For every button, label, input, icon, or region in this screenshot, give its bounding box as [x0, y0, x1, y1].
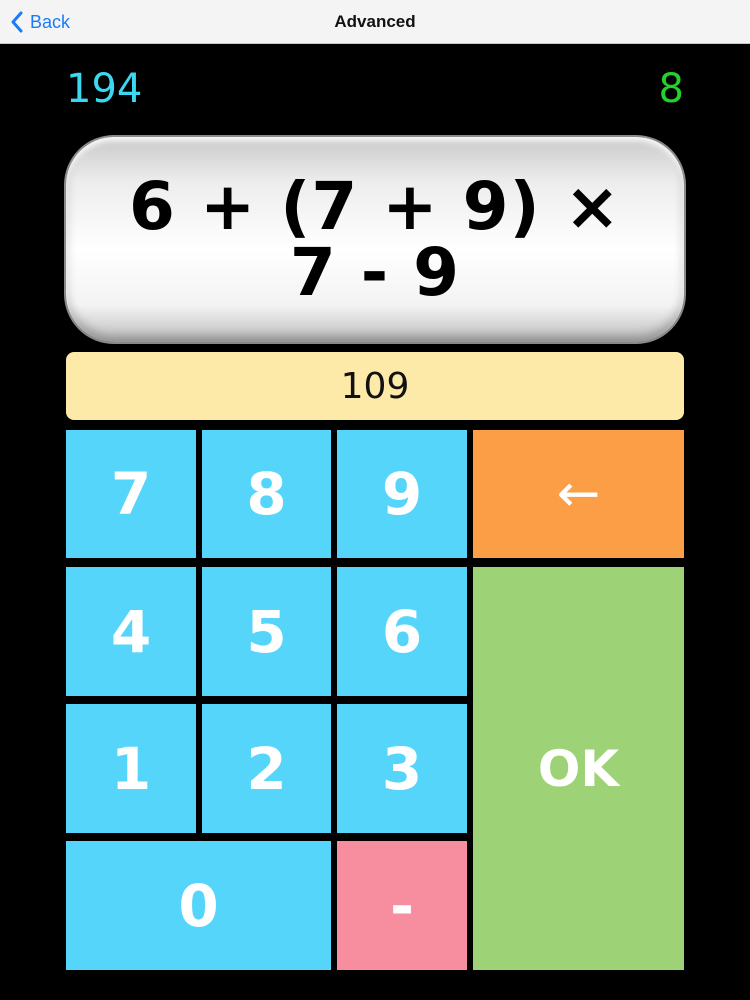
- question-count: 8: [658, 66, 684, 112]
- key-8[interactable]: 8: [202, 430, 331, 558]
- key-7[interactable]: 7: [66, 430, 196, 558]
- problem-expression: 6 + (7 + 9) × 7 - 9: [129, 167, 621, 311]
- key-4[interactable]: 4: [66, 567, 196, 696]
- problem-display: 6 + (7 + 9) × 7 - 9: [66, 137, 684, 342]
- score-value: 194: [66, 66, 143, 112]
- backspace-button[interactable]: ←: [473, 430, 684, 558]
- ok-button[interactable]: OK: [473, 567, 684, 970]
- answer-field[interactable]: 109: [66, 352, 684, 420]
- back-button[interactable]: Back: [10, 0, 70, 44]
- key-9[interactable]: 9: [337, 430, 467, 558]
- key-0[interactable]: 0: [66, 841, 331, 970]
- navigation-bar: Back Advanced: [0, 0, 750, 44]
- minus-button[interactable]: -: [337, 841, 467, 970]
- key-1[interactable]: 1: [66, 704, 196, 833]
- key-6[interactable]: 6: [337, 567, 467, 696]
- key-5[interactable]: 5: [202, 567, 331, 696]
- back-label: Back: [30, 11, 71, 32]
- key-3[interactable]: 3: [337, 704, 467, 833]
- page-title: Advanced: [334, 12, 416, 31]
- key-2[interactable]: 2: [202, 704, 331, 833]
- chevron-left-icon: [10, 11, 24, 33]
